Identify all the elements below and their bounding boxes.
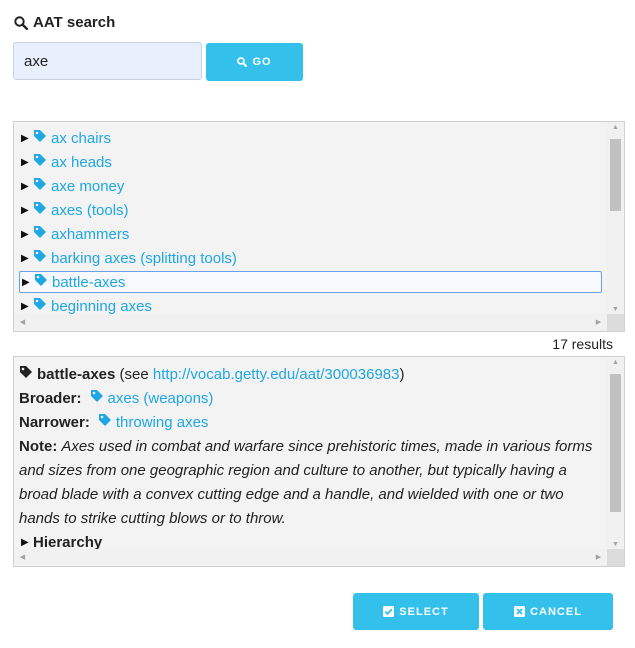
results-count: 17 results (552, 336, 613, 352)
tree-item-label[interactable]: axes (tools) (51, 202, 129, 219)
tag-icon (34, 273, 48, 291)
select-button[interactable]: SELECT (353, 593, 479, 630)
tree-item[interactable]: ▶ ax chairs (19, 127, 602, 149)
tag-icon (33, 225, 47, 243)
detail-heading: battle-axes (see http://vocab.getty.edu/… (19, 363, 599, 387)
expand-arrow-icon[interactable]: ▶ (19, 229, 33, 240)
detail-see-suffix: ) (399, 366, 405, 383)
tree-item[interactable]: ▶ barking axes (splitting tools) (19, 247, 602, 269)
tree-item-label[interactable]: ax chairs (51, 130, 111, 147)
note-text: hands to strike cutting blows or to thro… (19, 510, 286, 527)
tree-item-label[interactable]: battle-axes (52, 274, 125, 291)
scroll-left-icon[interactable]: ◀ (14, 318, 31, 326)
dialog-title: AAT search (14, 14, 115, 31)
check-square-icon (383, 606, 395, 617)
detail-see-prefix: (see (119, 366, 153, 383)
expand-arrow-icon[interactable]: ▶ (19, 253, 33, 264)
tree-item[interactable]: ▶ axe money (19, 175, 602, 197)
scrollbar-corner (607, 549, 624, 566)
tag-icon (33, 129, 47, 147)
search-icon (237, 57, 248, 67)
tag-icon (90, 387, 104, 411)
tree-item-label[interactable]: barking axes (splitting tools) (51, 250, 237, 267)
tag-icon (33, 201, 47, 219)
search-icon (14, 15, 28, 30)
detail-narrower-row: Narrower: throwing axes (19, 411, 599, 435)
scrollbar-corner (607, 314, 624, 331)
results-tree[interactable]: ▶ ax chairs ▶ ax heads ▶ axe money ▶ axes (tool… (13, 121, 625, 332)
expand-arrow-icon[interactable]: ▶ (19, 301, 33, 312)
scroll-up-icon[interactable]: ▲ (607, 124, 624, 131)
expand-arrow-icon[interactable]: ▶ (19, 181, 33, 192)
tag-icon (98, 411, 112, 435)
tag-icon (33, 153, 47, 171)
narrower-label: Narrower: (19, 414, 90, 431)
tag-icon (33, 297, 47, 315)
close-square-icon (514, 606, 526, 617)
tree-item[interactable]: ▶ battle-axes (19, 271, 602, 293)
tree-horizontal-scrollbar[interactable]: ◀ ▶ (14, 314, 607, 331)
tree-item-label[interactable]: ax heads (51, 154, 112, 171)
search-input[interactable] (13, 42, 202, 80)
note-text: broad blade with a convex cutting edge a… (19, 486, 564, 503)
note-label: Note: (19, 438, 58, 455)
tree-item-label[interactable]: axe money (51, 178, 124, 195)
scroll-down-icon[interactable]: ▼ (607, 306, 624, 313)
tree-item[interactable]: ▶ ax heads (19, 151, 602, 173)
go-button-label: GO (252, 56, 272, 68)
note-text: Axes used in combat and warfare since pr… (61, 438, 593, 455)
detail-uri-link[interactable]: http://vocab.getty.edu/aat/300036983 (153, 363, 400, 387)
scroll-left-icon[interactable]: ◀ (14, 553, 31, 561)
tag-icon (33, 249, 47, 267)
detail-vertical-scrollbar[interactable]: ▲ ▼ (607, 357, 624, 550)
term-detail-panel: battle-axes (see http://vocab.getty.edu/… (13, 356, 625, 567)
tag-icon (19, 363, 33, 387)
tree-item[interactable]: ▶ axhammers (19, 223, 602, 245)
detail-note-line: Note: Axes used in combat and warfare si… (19, 435, 599, 459)
tree-scroll-thumb[interactable] (610, 139, 621, 211)
cancel-button-label: CANCEL (530, 605, 582, 618)
broader-label: Broader: (19, 390, 82, 407)
scroll-right-icon[interactable]: ▶ (590, 553, 607, 561)
tree-item-label[interactable]: axhammers (51, 226, 129, 243)
detail-horizontal-scrollbar[interactable]: ◀ ▶ (14, 549, 607, 566)
tag-icon (33, 177, 47, 195)
scroll-up-icon[interactable]: ▲ (607, 359, 624, 366)
broader-term-link[interactable]: axes (weapons) (108, 387, 214, 411)
go-button[interactable]: GO (206, 43, 303, 81)
expand-arrow-icon[interactable]: ▶ (19, 205, 33, 216)
detail-scroll-thumb[interactable] (610, 374, 621, 512)
dialog-title-text: AAT search (33, 14, 116, 31)
tree-item-label[interactable]: beginning axes (51, 298, 152, 315)
detail-term: battle-axes (37, 366, 116, 383)
scroll-right-icon[interactable]: ▶ (590, 318, 607, 326)
expand-arrow-icon[interactable]: ▶ (20, 277, 34, 288)
expand-arrow-icon[interactable]: ▶ (19, 157, 33, 168)
tree-item[interactable]: ▶ axes (tools) (19, 199, 602, 221)
tree-vertical-scrollbar[interactable]: ▲ ▼ (607, 122, 624, 315)
cancel-button[interactable]: CANCEL (483, 593, 613, 630)
select-button-label: SELECT (399, 605, 449, 618)
detail-broader-row: Broader: axes (weapons) (19, 387, 599, 411)
scroll-down-icon[interactable]: ▼ (607, 541, 624, 548)
note-text: and sizes from one geographic region and… (19, 462, 567, 479)
narrower-term-link[interactable]: throwing axes (116, 411, 209, 435)
expand-arrow-icon[interactable]: ▶ (19, 133, 33, 144)
